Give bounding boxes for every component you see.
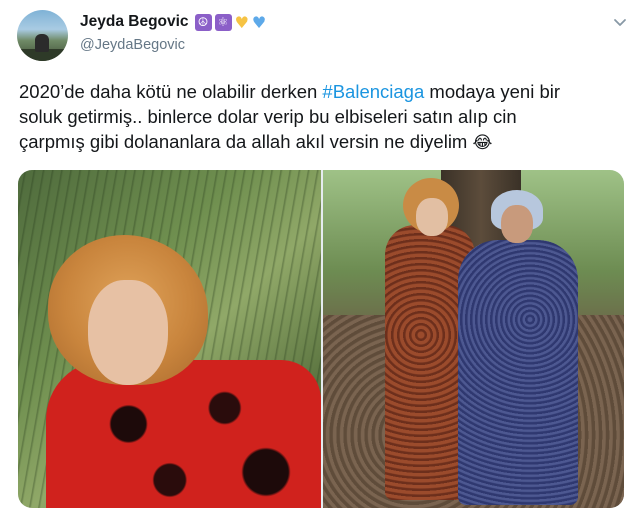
- tweet-text-line-1: 2020’de daha kötü ne olabilir derken #Ba…: [19, 79, 619, 104]
- author-name-row: Jeyda Begovic ☮ ⚛ ♥ ♥: [80, 13, 266, 31]
- photo-face-left-model: [416, 198, 448, 236]
- tweet-text-segment: 2020’de daha kötü ne olabilir derken: [19, 81, 323, 102]
- tweet-card: Jeyda Begovic ☮ ⚛ ♥ ♥ @JeydaBegovic 2020…: [0, 0, 640, 521]
- photo-face-right-model: [501, 205, 533, 243]
- atom-emoji-icon: ⚛: [214, 13, 232, 31]
- user-handle[interactable]: @JeydaBegovic: [80, 37, 185, 53]
- blue-heart-icon: ♥: [251, 12, 267, 32]
- tweet-text-segment: modaya yeni bir: [424, 81, 560, 102]
- photo-face: [88, 280, 168, 385]
- laughing-emoji-icon: 😂: [472, 133, 493, 153]
- photo-red-shirt[interactable]: [18, 170, 321, 508]
- tweet-text-segment: çarpmış gibi dolananlara da allah akıl v…: [19, 131, 468, 152]
- tweet-text-line-3: çarpmış gibi dolananlara da allah akıl v…: [19, 129, 619, 156]
- yellow-heart-icon: ♥: [234, 12, 249, 32]
- tweet-text-line-2: soluk getirmiş.. binlerce dolar verip bu…: [19, 106, 517, 127]
- peace-emoji-icon: ☮: [194, 13, 212, 31]
- chevron-down-icon[interactable]: [612, 14, 628, 30]
- name-emoji-badges: ☮ ⚛ ♥ ♥: [194, 12, 267, 32]
- display-name[interactable]: Jeyda Begovic: [80, 13, 189, 31]
- avatar-figure: [35, 34, 49, 52]
- tweet-text: 2020’de daha kötü ne olabilir derken #Ba…: [19, 79, 619, 156]
- hashtag-link[interactable]: #Balenciaga: [322, 81, 424, 102]
- photo-blue-dress: [458, 240, 578, 505]
- tweet-media-grid: [18, 170, 624, 508]
- photo-two-dresses[interactable]: [323, 170, 624, 508]
- photo-red-shirt-garment: [46, 360, 321, 508]
- avatar[interactable]: [17, 10, 68, 61]
